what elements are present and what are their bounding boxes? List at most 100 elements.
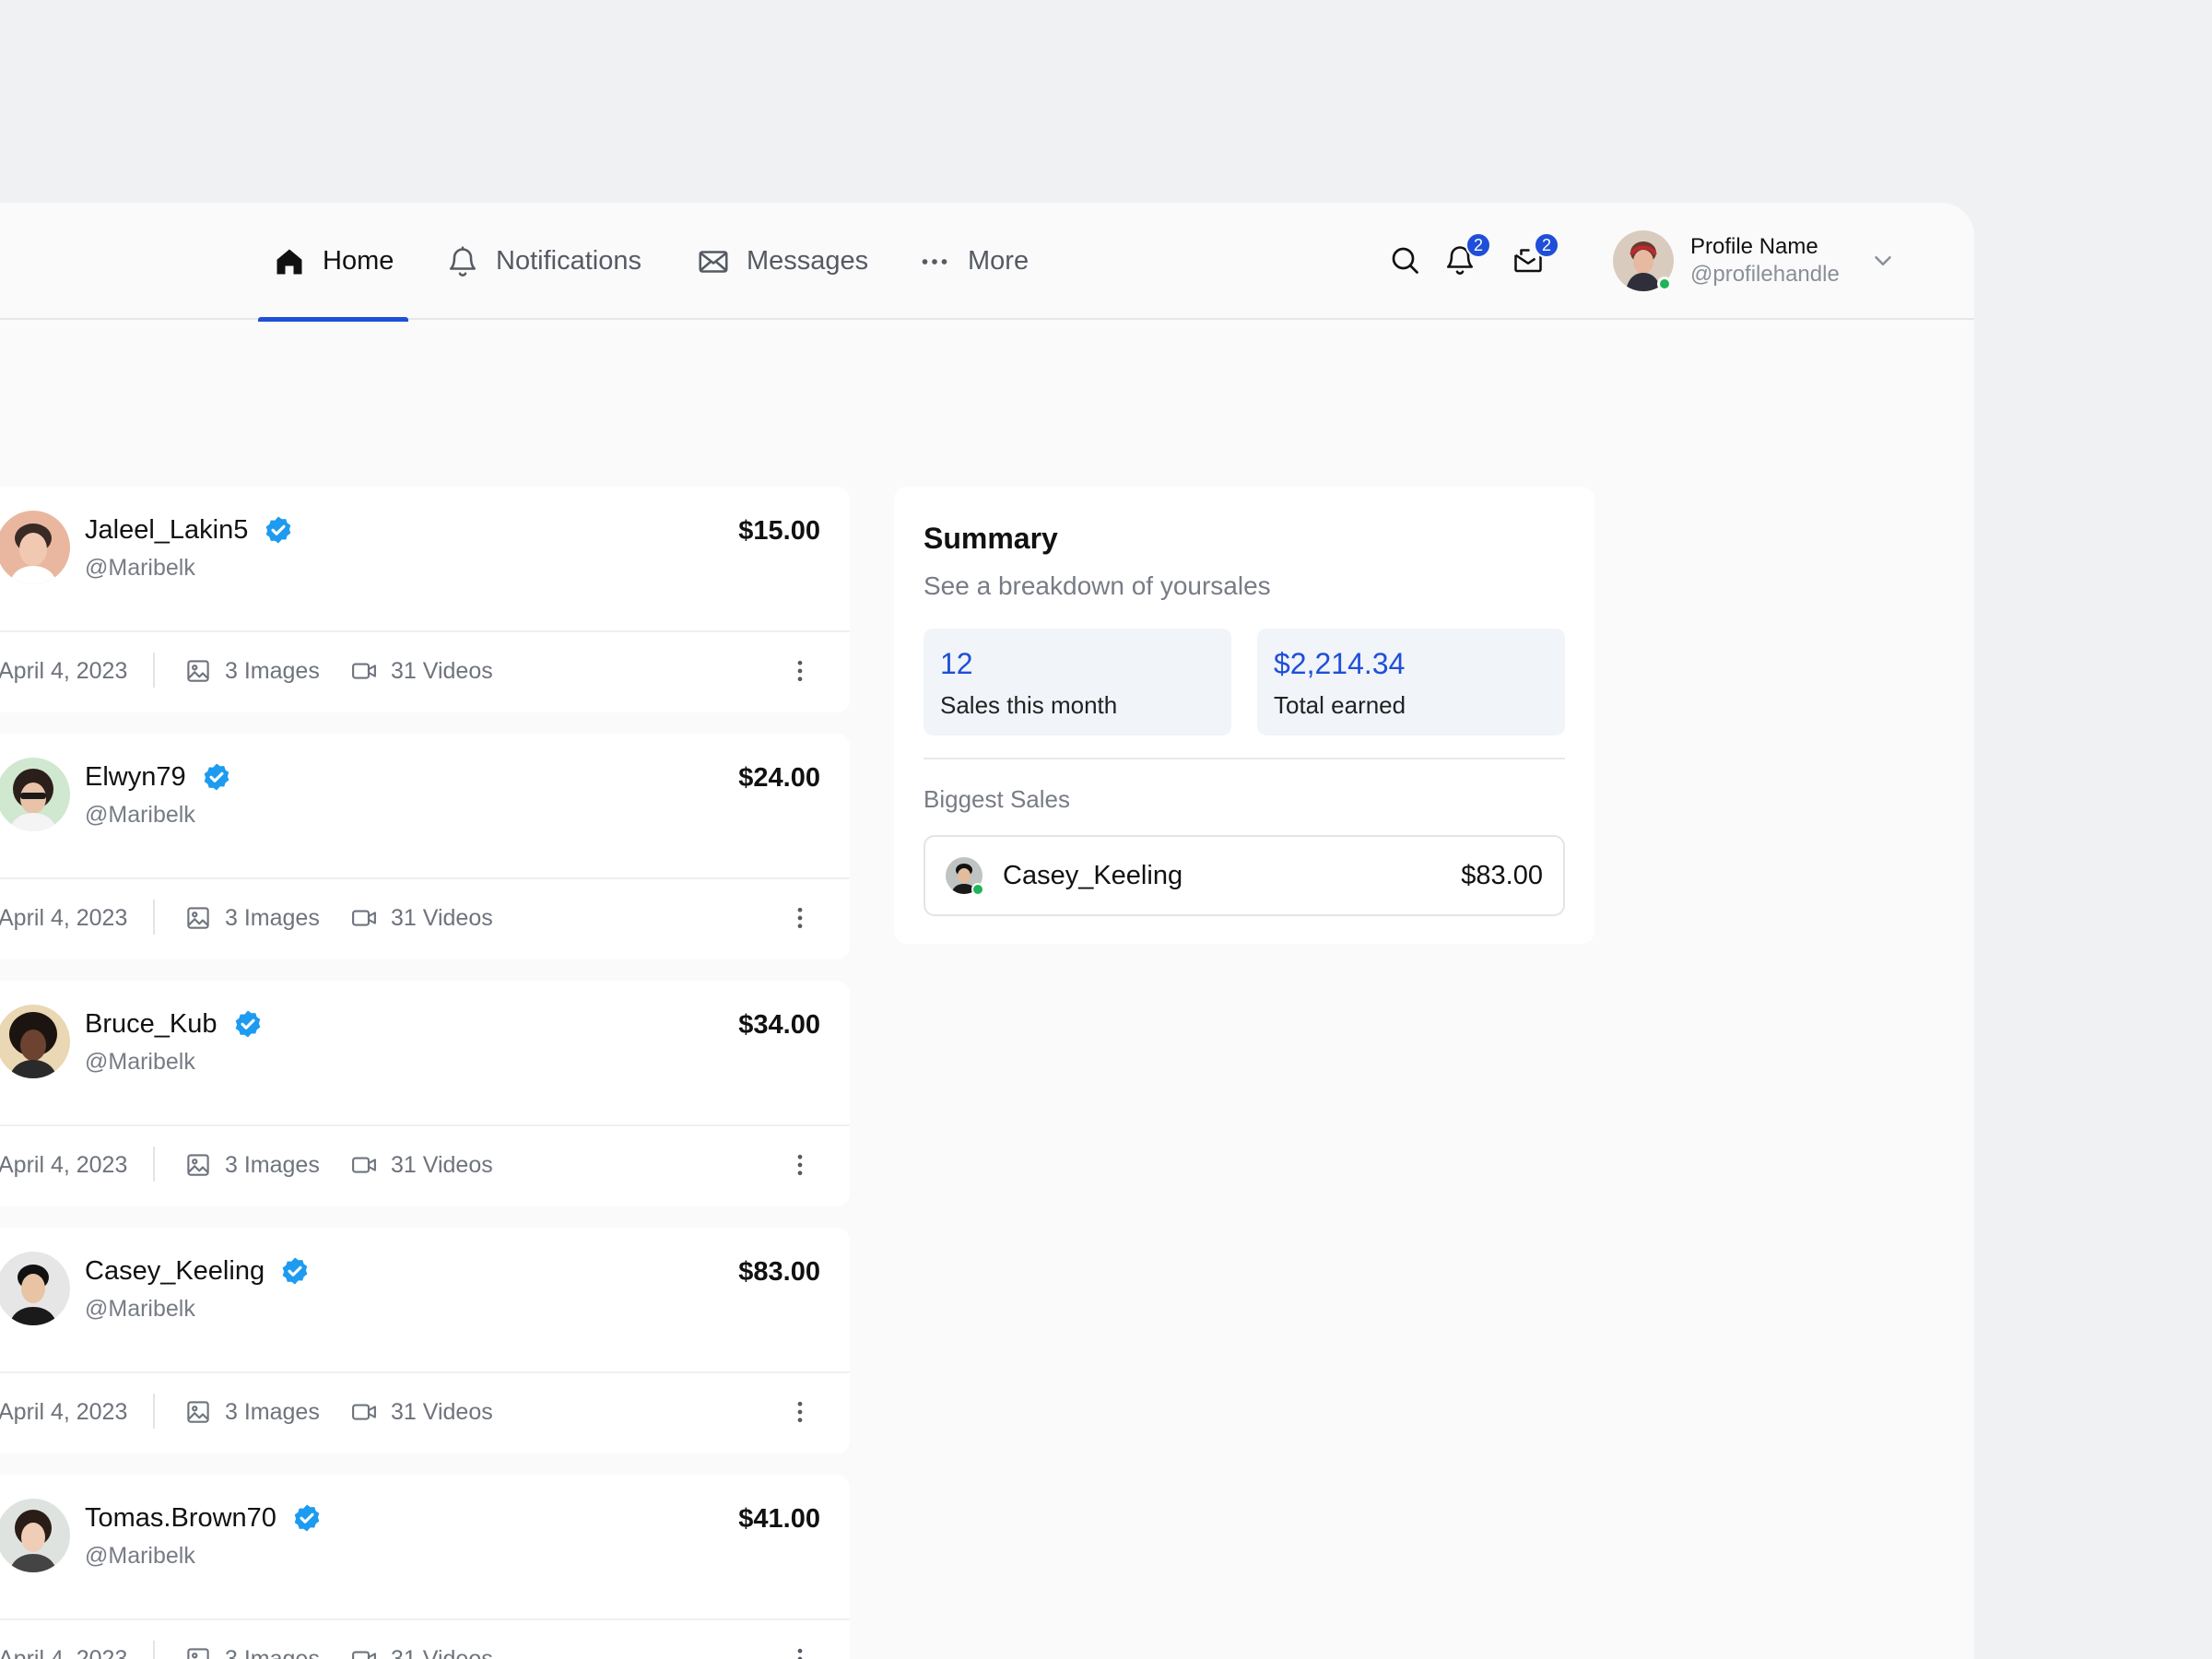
more-vertical-icon bbox=[797, 1648, 803, 1659]
nav-more[interactable]: More bbox=[918, 203, 1029, 320]
sale-date: April 4, 2023 bbox=[0, 657, 128, 684]
biggest-sales-heading: Biggest Sales bbox=[924, 785, 1070, 813]
top-navigation-bar: Home Notifications Messages More 2 2 Pro… bbox=[0, 203, 1974, 322]
username-text: Casey_Keeling bbox=[85, 1255, 265, 1286]
sale-card[interactable]: Tomas.Brown70 @Maribelk $41.00 April 4, … bbox=[0, 1475, 850, 1659]
stat-total-earned: $2,214.34 Total earned bbox=[1257, 629, 1565, 735]
online-status-dot bbox=[971, 883, 984, 896]
summary-divider bbox=[924, 758, 1565, 759]
video-camera-icon bbox=[352, 1404, 376, 1420]
sale-username: Jaleel_Lakin5 bbox=[85, 514, 294, 546]
videos-count: 31 Videos bbox=[350, 657, 493, 685]
search-icon bbox=[1392, 247, 1418, 274]
sale-meta: April 4, 2023 3 Images 31 Videos bbox=[0, 1371, 850, 1453]
image-icon bbox=[187, 1401, 209, 1423]
notifications-button[interactable]: 2 bbox=[1440, 232, 1491, 280]
images-count: 3 Images bbox=[184, 1398, 320, 1426]
stat-sales-this-month: 12 Sales this month bbox=[924, 629, 1231, 735]
meta-separator bbox=[153, 1394, 155, 1429]
video-camera-icon bbox=[352, 910, 376, 926]
online-status-dot bbox=[1657, 276, 1672, 291]
more-vertical-icon bbox=[797, 660, 803, 682]
biggest-sale-price: $83.00 bbox=[1461, 861, 1543, 890]
verified-badge-icon bbox=[235, 1010, 260, 1038]
more-options-button[interactable] bbox=[782, 1639, 818, 1659]
more-options-button[interactable] bbox=[782, 1392, 818, 1432]
user-avatar bbox=[0, 511, 70, 584]
sale-date: April 4, 2023 bbox=[0, 1398, 128, 1425]
videos-count-text: 31 Videos bbox=[391, 1151, 493, 1178]
verified-badge-icon bbox=[266, 516, 291, 544]
sale-username: Tomas.Brown70 bbox=[85, 1502, 323, 1534]
sale-meta: April 4, 2023 3 Images 31 Videos bbox=[0, 1124, 850, 1206]
meta-separator bbox=[153, 653, 155, 688]
profile-menu[interactable]: Profile Name @profilehandle bbox=[1613, 230, 1926, 295]
nav-notifications-label: Notifications bbox=[496, 246, 641, 276]
sale-handle: @Maribelk bbox=[85, 1543, 195, 1569]
images-count-text: 3 Images bbox=[225, 1398, 320, 1425]
nav-home[interactable]: Home bbox=[258, 203, 409, 322]
biggest-sale-item[interactable]: Casey_Keeling $83.00 bbox=[924, 835, 1565, 916]
videos-count: 31 Videos bbox=[350, 904, 493, 932]
home-icon bbox=[276, 249, 302, 274]
images-count: 3 Images bbox=[184, 904, 320, 932]
more-horizontal-icon bbox=[922, 258, 947, 265]
images-count: 3 Images bbox=[184, 657, 320, 685]
more-options-button[interactable] bbox=[782, 1145, 818, 1185]
images-count-text: 3 Images bbox=[225, 657, 320, 684]
sale-meta: April 4, 2023 3 Images 31 Videos bbox=[0, 630, 850, 712]
profile-name: Profile Name bbox=[1690, 234, 1818, 259]
videos-count-text: 31 Videos bbox=[391, 1398, 493, 1425]
summary-title: Summary bbox=[924, 522, 1058, 555]
username-text: Bruce_Kub bbox=[85, 1008, 218, 1039]
videos-count: 31 Videos bbox=[350, 1398, 493, 1426]
images-count: 3 Images bbox=[184, 1645, 320, 1659]
nav-notifications[interactable]: Notifications bbox=[446, 203, 641, 320]
messages-count-badge: 2 bbox=[1534, 232, 1559, 258]
verified-badge-icon bbox=[294, 1504, 320, 1532]
sale-date: April 4, 2023 bbox=[0, 904, 128, 931]
videos-count-text: 31 Videos bbox=[391, 657, 493, 684]
search-button[interactable] bbox=[1384, 240, 1425, 280]
sale-card[interactable]: Bruce_Kub @Maribelk $34.00 April 4, 2023… bbox=[0, 981, 850, 1206]
username-text: Tomas.Brown70 bbox=[85, 1502, 276, 1533]
sale-card[interactable]: Elwyn79 @Maribelk $24.00 April 4, 2023 3… bbox=[0, 734, 850, 959]
nav-messages[interactable]: Messages bbox=[697, 203, 868, 320]
summary-subtitle: See a breakdown of yoursales bbox=[924, 571, 1271, 600]
bell-icon bbox=[449, 245, 477, 276]
sale-price: $24.00 bbox=[738, 763, 820, 793]
verified-badge-icon bbox=[282, 1257, 308, 1285]
sale-price: $34.00 bbox=[738, 1010, 820, 1040]
more-options-button[interactable] bbox=[782, 651, 818, 691]
images-count: 3 Images bbox=[184, 1151, 320, 1179]
meta-separator bbox=[153, 900, 155, 935]
video-camera-icon bbox=[352, 1157, 376, 1173]
stat-value: 12 bbox=[940, 647, 973, 680]
sale-date: April 4, 2023 bbox=[0, 1151, 128, 1178]
sale-card[interactable]: Casey_Keeling @Maribelk $83.00 April 4, … bbox=[0, 1228, 850, 1453]
images-count-text: 3 Images bbox=[225, 1645, 320, 1659]
nav-more-label: More bbox=[968, 246, 1030, 276]
video-camera-icon bbox=[352, 663, 376, 679]
messages-button[interactable]: 2 bbox=[1508, 232, 1559, 280]
envelope-icon bbox=[699, 250, 728, 273]
profile-handle: @profilehandle bbox=[1690, 262, 1840, 287]
sale-meta: April 4, 2023 3 Images 31 Videos bbox=[0, 877, 850, 959]
notifications-count-badge: 2 bbox=[1465, 232, 1491, 258]
sale-handle: @Maribelk bbox=[85, 1296, 195, 1322]
user-avatar bbox=[0, 1005, 70, 1078]
meta-separator bbox=[153, 1147, 155, 1182]
meta-separator bbox=[153, 1641, 155, 1659]
image-icon bbox=[187, 907, 209, 929]
sale-card[interactable]: Jaleel_Lakin5 @Maribelk $15.00 April 4, … bbox=[0, 487, 850, 712]
user-avatar bbox=[0, 1499, 70, 1572]
image-icon bbox=[187, 660, 209, 682]
stat-value: $2,214.34 bbox=[1274, 647, 1406, 680]
videos-count: 31 Videos bbox=[350, 1151, 493, 1179]
stat-label: Sales this month bbox=[940, 691, 1118, 719]
sale-handle: @Maribelk bbox=[85, 1049, 195, 1075]
sale-handle: @Maribelk bbox=[85, 555, 195, 581]
sale-price: $41.00 bbox=[738, 1504, 820, 1534]
more-options-button[interactable] bbox=[782, 898, 818, 938]
sale-username: Casey_Keeling bbox=[85, 1255, 311, 1287]
